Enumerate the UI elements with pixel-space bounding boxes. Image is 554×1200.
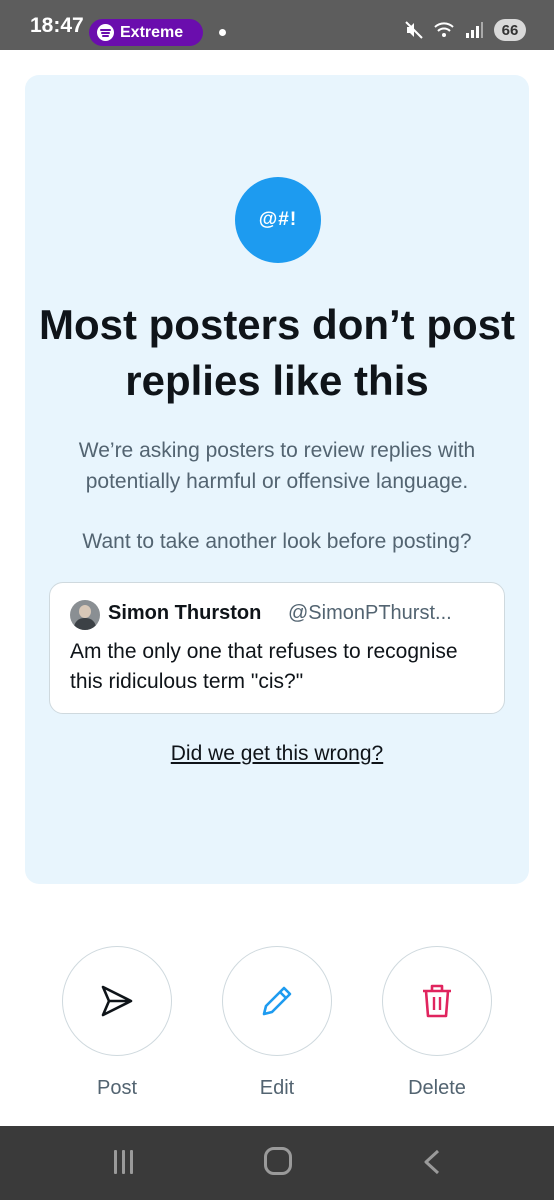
status-bar: 18:47 Extreme 66: [0, 0, 554, 50]
review-reply-card: @#! Most posters don’t post replies like…: [25, 75, 529, 884]
mute-icon: [405, 21, 423, 39]
spotify-now-playing-pill[interactable]: Extreme: [89, 19, 203, 46]
send-icon: [101, 985, 133, 1017]
signal-icon: [466, 22, 483, 38]
system-nav-bar: [0, 1126, 554, 1200]
post-text: Am the only one that refuses to recognis…: [70, 640, 458, 693]
feedback-link[interactable]: Did we get this wrong?: [25, 742, 529, 766]
spotify-pill-label: Extreme: [120, 23, 184, 41]
edit-button[interactable]: [222, 946, 332, 1056]
edit-label: Edit: [259, 1077, 295, 1099]
edit-action: Edit: [222, 946, 332, 1100]
quoted-post: Simon Thurston @SimonPThurst... Am the o…: [49, 582, 505, 714]
wifi-icon: [434, 22, 454, 37]
offensive-language-badge: @#!: [235, 177, 321, 263]
review-explanation: We’re asking posters to review replies w…: [78, 439, 476, 493]
page-title: Most posters don’t post replies like thi…: [39, 301, 515, 404]
status-time: 18:47: [30, 14, 84, 37]
trash-icon: [423, 984, 451, 1018]
delete-button[interactable]: [382, 946, 492, 1056]
post-author-handle: @SimonPThurst...: [288, 602, 452, 624]
avatar: [70, 600, 100, 630]
review-question: Want to take another look before posting…: [82, 530, 472, 553]
delete-label: Delete: [408, 1077, 466, 1099]
spotify-icon: [97, 24, 114, 41]
home-icon[interactable]: [264, 1147, 292, 1175]
status-icons: 66: [404, 19, 526, 41]
post-button[interactable]: [62, 946, 172, 1056]
back-icon[interactable]: [420, 1148, 444, 1176]
recents-icon[interactable]: [112, 1150, 136, 1174]
post-action: Post: [62, 946, 172, 1100]
pencil-icon: [262, 986, 292, 1016]
notification-dot: [219, 29, 226, 36]
battery-icon: 66: [494, 19, 526, 41]
delete-action: Delete: [382, 946, 492, 1100]
post-author-name: Simon Thurston: [108, 602, 262, 624]
post-label: Post: [96, 1077, 138, 1099]
